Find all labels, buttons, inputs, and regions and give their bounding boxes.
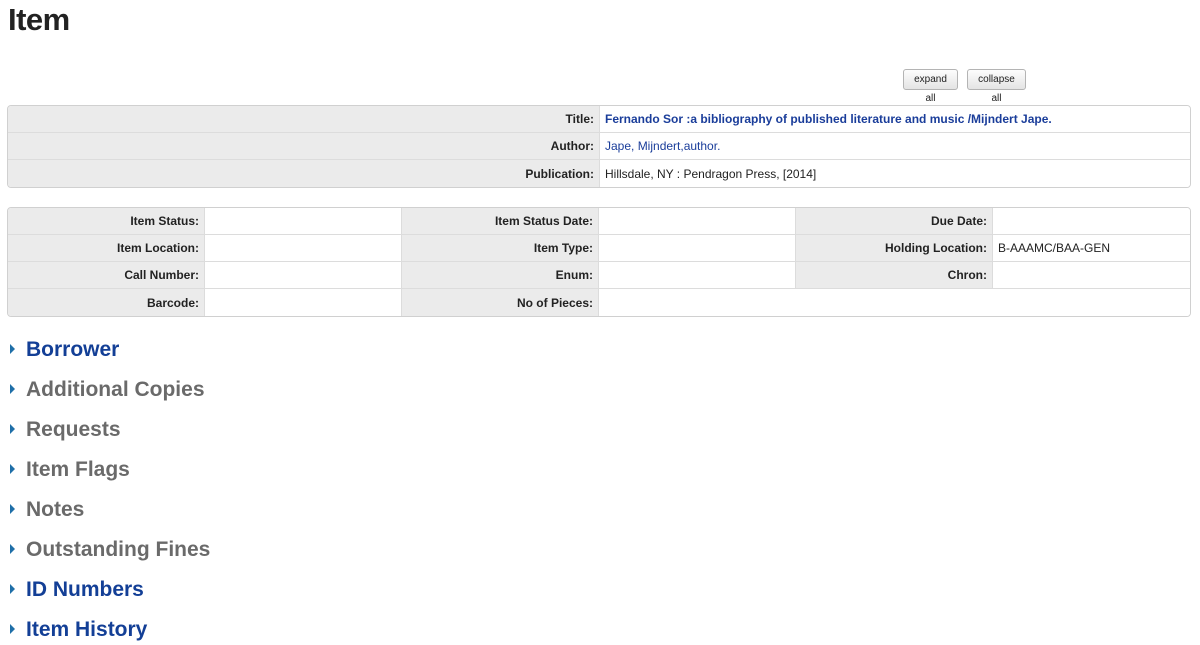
- caret-right-icon: [10, 623, 15, 634]
- caret-right-icon: [10, 383, 15, 394]
- item-details-table: Item Status: Item Status Date: Due Date:…: [7, 207, 1191, 317]
- section-additional-copies[interactable]: Additional Copies: [10, 370, 210, 410]
- item-status-label: Item Status:: [8, 208, 205, 235]
- pieces-value: [599, 289, 1190, 316]
- item-details-row: Item Location: Item Type: Holding Locati…: [8, 235, 1190, 262]
- item-details-row: Call Number: Enum: Chron:: [8, 262, 1190, 289]
- author-row: Author: Jape, Mijndert,author.: [8, 133, 1190, 160]
- title-row: Title: Fernando Sor :a bibliography of p…: [8, 106, 1190, 133]
- barcode-label: Barcode:: [8, 289, 205, 316]
- collapse-all-button[interactable]: collapse all: [967, 69, 1026, 104]
- section-label: Item Flags: [26, 458, 130, 481]
- section-label: Notes: [26, 498, 85, 521]
- publication-value: Hillsdale, NY : Pendragon Press, [2014]: [600, 160, 1190, 187]
- section-outstanding-fines[interactable]: Outstanding Fines: [10, 530, 210, 570]
- page-title: Item: [8, 2, 70, 37]
- holding-location-value: B-AAAMC/BAA-GEN: [993, 235, 1190, 262]
- author-label: Author:: [8, 133, 600, 160]
- item-status-value: [205, 208, 402, 235]
- section-label: ID Numbers: [26, 578, 144, 601]
- enum-value: [599, 262, 796, 289]
- toolbar: expand all collapse all: [903, 69, 1026, 104]
- barcode-value: [205, 289, 402, 316]
- item-type-value: [599, 235, 796, 262]
- pieces-label: No of Pieces:: [402, 289, 599, 316]
- publication-label: Publication:: [8, 160, 600, 187]
- item-status-date-label: Item Status Date:: [402, 208, 599, 235]
- caret-right-icon: [10, 423, 15, 434]
- section-label: Outstanding Fines: [26, 538, 211, 561]
- section-item-flags[interactable]: Item Flags: [10, 450, 210, 490]
- item-location-value: [205, 235, 402, 262]
- item-status-date-value: [599, 208, 796, 235]
- item-details-row: Item Status: Item Status Date: Due Date:: [8, 208, 1190, 235]
- caret-right-icon: [10, 503, 15, 514]
- caret-right-icon: [10, 543, 15, 554]
- caret-right-icon: [10, 463, 15, 474]
- section-notes[interactable]: Notes: [10, 490, 210, 530]
- caret-right-icon: [10, 583, 15, 594]
- section-borrower[interactable]: Borrower: [10, 330, 210, 370]
- due-date-value: [993, 208, 1190, 235]
- caret-right-icon: [10, 343, 15, 354]
- publication-row: Publication: Hillsdale, NY : Pendragon P…: [8, 160, 1190, 187]
- due-date-label: Due Date:: [796, 208, 993, 235]
- holding-location-label: Holding Location:: [796, 235, 993, 262]
- call-number-value: [205, 262, 402, 289]
- section-id-numbers[interactable]: ID Numbers: [10, 570, 210, 610]
- collapsible-sections: Borrower Additional Copies Requests Item…: [10, 330, 210, 645]
- expand-all-button[interactable]: expand all: [903, 69, 958, 104]
- title-value[interactable]: Fernando Sor :a bibliography of publishe…: [600, 106, 1190, 133]
- item-details-row: Barcode: No of Pieces:: [8, 289, 1190, 316]
- chron-label: Chron:: [796, 262, 993, 289]
- item-type-label: Item Type:: [402, 235, 599, 262]
- bibliographic-info-table: Title: Fernando Sor :a bibliography of p…: [7, 105, 1191, 188]
- section-label: Borrower: [26, 338, 120, 361]
- section-label: Requests: [26, 418, 121, 441]
- item-location-label: Item Location:: [8, 235, 205, 262]
- call-number-label: Call Number:: [8, 262, 205, 289]
- section-item-history[interactable]: Item History: [10, 610, 210, 645]
- author-value[interactable]: Jape, Mijndert,author.: [600, 133, 1190, 160]
- chron-value: [993, 262, 1190, 289]
- section-label: Item History: [26, 618, 148, 641]
- title-label: Title:: [8, 106, 600, 133]
- section-label: Additional Copies: [26, 378, 205, 401]
- enum-label: Enum:: [402, 262, 599, 289]
- section-requests[interactable]: Requests: [10, 410, 210, 450]
